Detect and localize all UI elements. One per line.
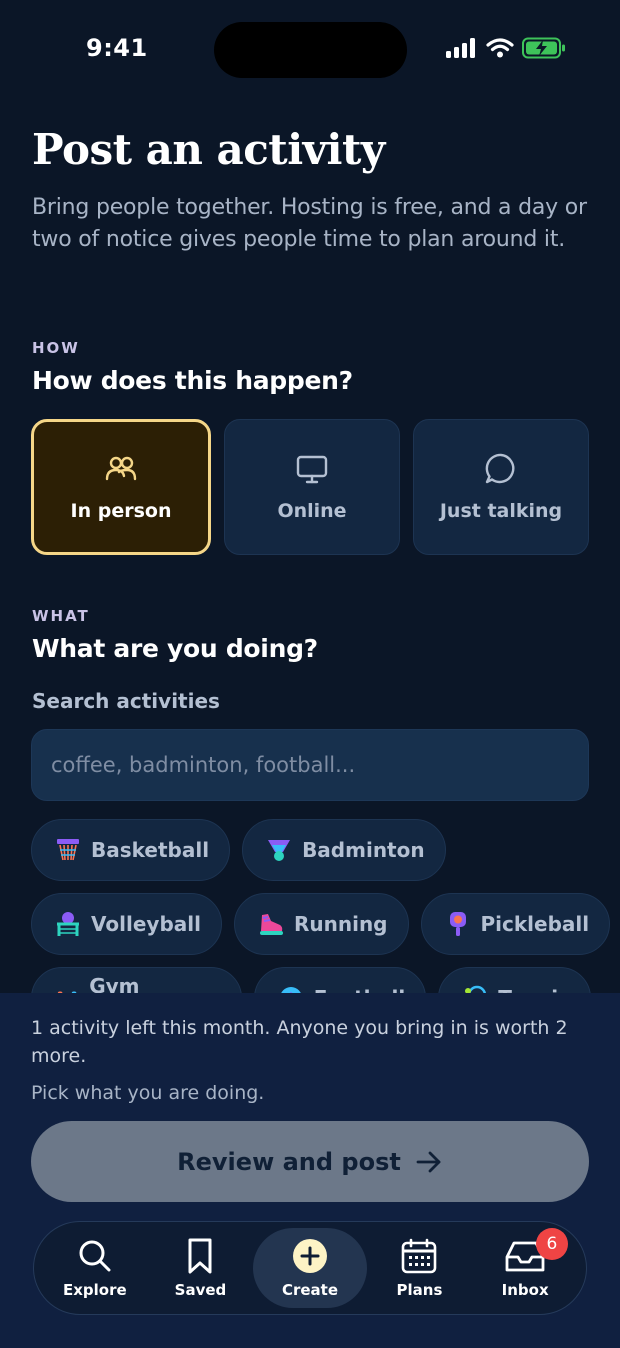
search-icon xyxy=(79,1240,111,1272)
status-time: 9:41 xyxy=(86,34,148,62)
tab-create[interactable]: Create xyxy=(253,1228,367,1308)
mode-option-label: Just talking xyxy=(439,500,563,522)
tab-inbox[interactable]: Inbox 6 xyxy=(472,1228,578,1308)
people-icon xyxy=(105,456,137,481)
activity-chip-label: Badminton xyxy=(302,838,425,862)
pickleball-paddle-icon xyxy=(449,912,466,936)
mode-option-just-talking[interactable]: Just talking xyxy=(413,419,589,555)
monitor-icon xyxy=(296,455,328,484)
activity-search-input[interactable] xyxy=(51,753,569,777)
activity-chip-label: Volleyball xyxy=(91,912,201,936)
tab-plans[interactable]: Plans xyxy=(367,1228,473,1308)
chat-bubble-icon xyxy=(485,453,515,484)
tab-label: Explore xyxy=(62,1281,127,1299)
selection-hint: Pick what you are doing. xyxy=(31,1082,265,1104)
wifi-icon xyxy=(486,38,514,58)
bookmark-icon xyxy=(188,1238,212,1274)
how-eyebrow: HOW xyxy=(32,339,80,357)
running-shoe-icon xyxy=(259,914,283,935)
status-icons xyxy=(446,37,566,59)
volleyball-icon xyxy=(57,912,79,936)
activity-quota-info: 1 activity left this month. Anyone you b… xyxy=(31,1017,568,1067)
activity-chip-pickleball[interactable]: Pickleball xyxy=(420,893,611,955)
activity-chip-label: Pickleball xyxy=(480,912,590,936)
plus-circle-icon xyxy=(292,1239,327,1273)
battery-charging-icon xyxy=(522,37,565,59)
review-and-post-button[interactable]: Review and post xyxy=(31,1121,589,1202)
activity-chip-label: Basketball xyxy=(91,838,210,862)
page-title: Post an activity xyxy=(32,125,385,174)
dynamic-island xyxy=(214,22,407,78)
arrow-right-icon xyxy=(416,1151,441,1172)
activity-search-box xyxy=(31,729,589,801)
shuttlecock-icon xyxy=(268,840,291,861)
mode-option-label: Online xyxy=(277,500,347,522)
activity-chip-running[interactable]: Running xyxy=(233,893,409,955)
basketball-hoop-icon xyxy=(57,839,79,861)
activity-chip-label: Running xyxy=(293,912,388,936)
tab-explore[interactable]: Explore xyxy=(42,1228,148,1308)
calendar-icon xyxy=(402,1238,437,1274)
page-subtitle: Bring people together. Hosting is free, … xyxy=(32,195,587,252)
search-label: Search activities xyxy=(32,689,220,713)
bottom-tab-bar: Explore Saved Create Plans Inbox 6 xyxy=(33,1221,587,1315)
inbox-unread-badge: 6 xyxy=(535,1228,568,1260)
activity-chip-badminton[interactable]: Badminton xyxy=(242,819,446,881)
signal-icon xyxy=(446,38,475,58)
how-heading: How does this happen? xyxy=(32,366,353,395)
tab-label: Saved xyxy=(174,1281,227,1299)
mode-option-online[interactable]: Online xyxy=(224,419,400,555)
what-eyebrow: WHAT xyxy=(32,607,90,625)
mode-options: In person Online Just talking xyxy=(31,419,589,555)
tab-saved[interactable]: Saved xyxy=(148,1228,254,1308)
status-bar: 9:41 xyxy=(0,0,620,100)
tab-label: Create xyxy=(281,1281,338,1299)
mode-option-label: In person xyxy=(70,500,172,522)
tab-label: Inbox xyxy=(501,1281,549,1299)
review-and-post-label: Review and post xyxy=(177,1147,401,1176)
what-heading: What are you doing? xyxy=(32,634,318,663)
activity-chip-volleyball[interactable]: Volleyball xyxy=(31,893,222,955)
activity-chip-basketball[interactable]: Basketball xyxy=(31,819,231,881)
tab-label: Plans xyxy=(396,1281,443,1299)
mode-option-in-person[interactable]: In person xyxy=(31,419,211,555)
